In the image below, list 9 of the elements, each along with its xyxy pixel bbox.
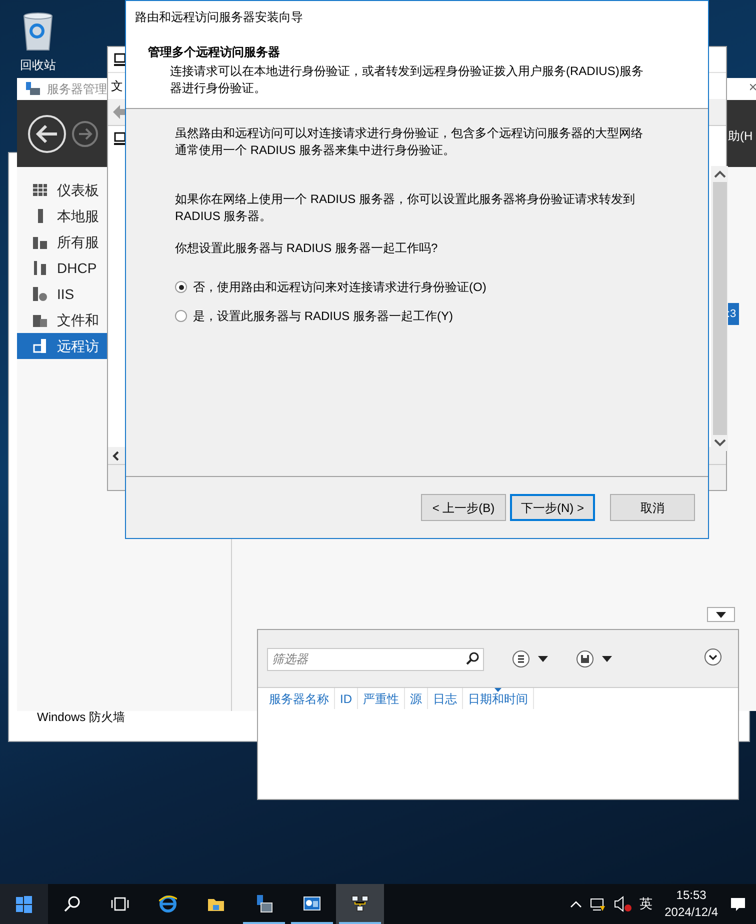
wizard-heading: 管理多个远程访问服务器 bbox=[148, 44, 281, 61]
paragraph: 虽然路由和远程访问可以对连接请求进行身份验证，包含多个远程访问服务器的大型网络通常使用一个 RADIUS 服务器来集中进行身份验证。 bbox=[175, 125, 644, 159]
paragraph: 你想设置此服务器与 RADIUS 服务器一起工作吗? bbox=[175, 240, 439, 257]
paragraph: 如果你在网络上使用一个 RADIUS 服务器，你可以设置此服务器将身份验证请求转发到 RADIUS 服务器。 bbox=[175, 191, 636, 225]
window-title: 服务器管理 bbox=[47, 81, 107, 98]
clock-date: 2024/12/4 bbox=[664, 904, 718, 921]
wizard-description: 连接请求可以在本地进行身份验证，或者转发到远程身份验证拨入用户服务(RADIUS)服务器进行身份验证。 bbox=[169, 63, 644, 97]
clock-time: 15:53 bbox=[676, 887, 706, 904]
dialog-title: 路由和远程访问服务器安装向导 bbox=[135, 9, 303, 26]
